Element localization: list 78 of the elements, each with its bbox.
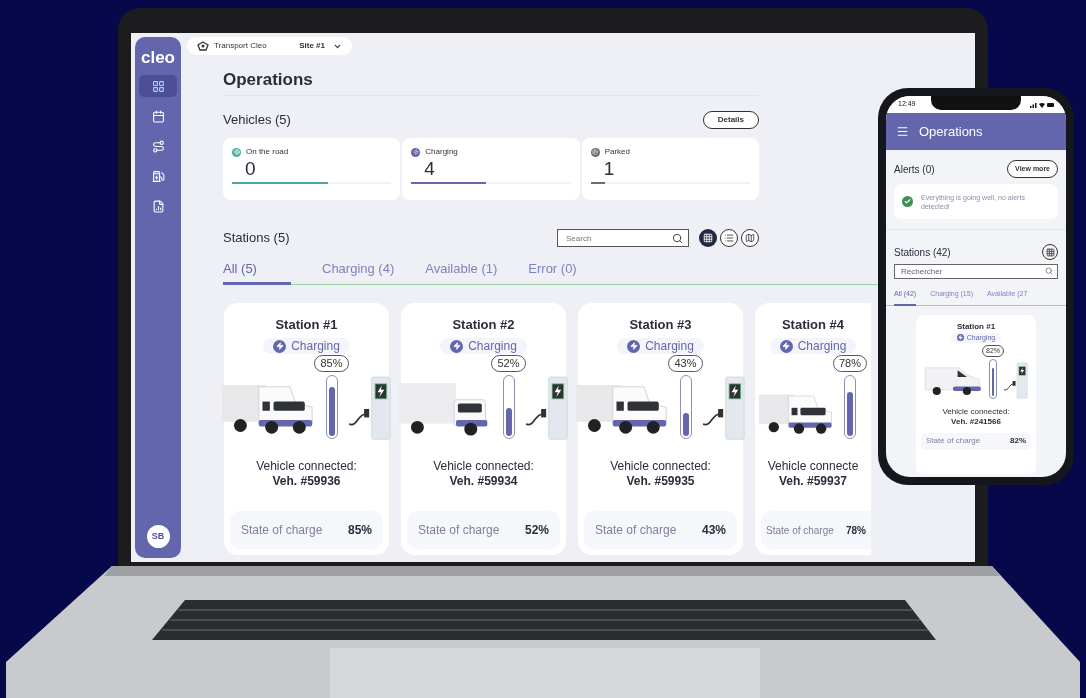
state-of-charge-label: State of charge — [241, 522, 323, 539]
state-of-charge-value: 85% — [347, 522, 372, 539]
bolt-icon — [273, 339, 287, 353]
section-title: Stations (5) — [223, 229, 290, 248]
grid-icon — [1045, 247, 1055, 257]
status-icons-drawing — [1030, 101, 1054, 108]
bolt-icon — [627, 339, 641, 353]
list-icon — [724, 233, 734, 243]
state-of-charge-label: State of charge — [595, 522, 677, 539]
vehicle-id: Veh. #59937 — [778, 474, 848, 489]
station-name: Station #3 — [629, 317, 692, 333]
station-name: Station #2 — [452, 317, 515, 333]
site-name: Site #1 — [299, 40, 325, 52]
state-of-charge-value: 52% — [524, 522, 549, 539]
section-title: Stations (42) — [894, 245, 951, 260]
filter-tab[interactable]: All (5) — [223, 260, 291, 285]
vehicle-id: Veh. #59935 — [626, 474, 695, 489]
search-field[interactable]: Rechercher — [894, 264, 1058, 279]
grid-view-button[interactable] — [699, 229, 717, 247]
station-name: Station #1 — [275, 317, 338, 333]
state-of-charge-value: 43% — [701, 522, 726, 539]
check-badge-icon — [902, 196, 913, 207]
state-of-charge-label: State of charge — [926, 435, 981, 447]
state-of-charge-value: 78% — [846, 523, 866, 538]
stat-value: 4 — [424, 158, 436, 180]
company-logo-icon — [197, 41, 209, 51]
station-card[interactable]: Station #3 Charging 43% Vehicle connected: Veh. #59935 State of charge 43% — [578, 303, 743, 555]
charge-percent-label: 52% — [491, 355, 526, 372]
vehicle-id: Veh. #241566 — [951, 416, 1001, 427]
vehicle-connected-label: Vehicle connected: — [942, 406, 1010, 417]
section-title: Alerts (0) — [894, 162, 935, 177]
list-view-button[interactable] — [720, 229, 738, 247]
company-name: Transport Cleo — [214, 40, 267, 52]
charge-percent-label: 78% — [833, 355, 867, 372]
stat-label: Charging — [425, 146, 458, 158]
stat-label: Parked — [604, 146, 630, 158]
search-icon — [1045, 267, 1053, 275]
station-name: Station #1 — [956, 320, 996, 333]
station-card[interactable]: Station #2 Charging 52% Vehicle connected: Veh. #59934 State of charge 52% — [401, 303, 566, 555]
search-icon — [672, 233, 683, 244]
station-card[interactable]: Station #1 Charging 85% Vehicle connected: Veh. #59936 State of charge 85% — [224, 303, 389, 555]
vehicle-connected-label: Vehicle connected: — [610, 459, 711, 474]
state-of-charge-label: State of charge — [418, 522, 500, 539]
menu-icon[interactable] — [896, 125, 909, 138]
map-view-button[interactable] — [741, 229, 759, 247]
site-selector[interactable]: Transport Cleo Site #1 — [187, 37, 352, 55]
bolt-icon — [779, 339, 793, 353]
stat-value: 1 — [603, 158, 616, 180]
stat-value: 0 — [245, 158, 257, 180]
phone-title: Operations — [919, 122, 983, 141]
charge-percent-label: 85% — [314, 355, 349, 372]
grid-icon — [703, 233, 713, 243]
station-name: Station #4 — [781, 317, 845, 333]
brand-logo: cleo — [141, 49, 175, 67]
status-badge: Charging — [617, 338, 704, 354]
station-card[interactable]: Station #4 Charging 78% Vehicle connecte Veh. #59937 State of charge 78% — [755, 303, 871, 555]
details-button[interactable]: Details — [702, 111, 759, 129]
vehicle-connected-label: Vehicle connecte — [767, 459, 859, 474]
section-title: Vehicles (5) — [223, 111, 291, 130]
bolt-icon — [450, 339, 464, 353]
map-icon — [745, 233, 755, 243]
state-of-charge-value: 82% — [1010, 435, 1026, 447]
bolt-icon — [956, 334, 964, 341]
status-badge: Charging — [263, 338, 350, 354]
search-field[interactable]: Search — [557, 229, 689, 247]
user-avatar[interactable]: SB — [146, 525, 170, 548]
vehicle-id: Veh. #59936 — [272, 474, 341, 489]
vehicle-id: Veh. #59934 — [449, 474, 518, 489]
state-of-charge-label: State of charge — [766, 523, 834, 538]
status-badge: Charging — [440, 338, 527, 354]
page-title: Operations — [223, 69, 314, 91]
charge-percent-label: 43% — [668, 355, 703, 372]
vehicle-connected-label: Vehicle connected: — [433, 459, 534, 474]
charging-station-drawing — [1004, 359, 1028, 402]
dashboard-nav-icon[interactable] — [139, 75, 177, 97]
vehicle-connected-label: Vehicle connected: — [256, 459, 357, 474]
stat-label: On the road — [246, 146, 289, 158]
status-badge: Charging — [769, 338, 857, 354]
